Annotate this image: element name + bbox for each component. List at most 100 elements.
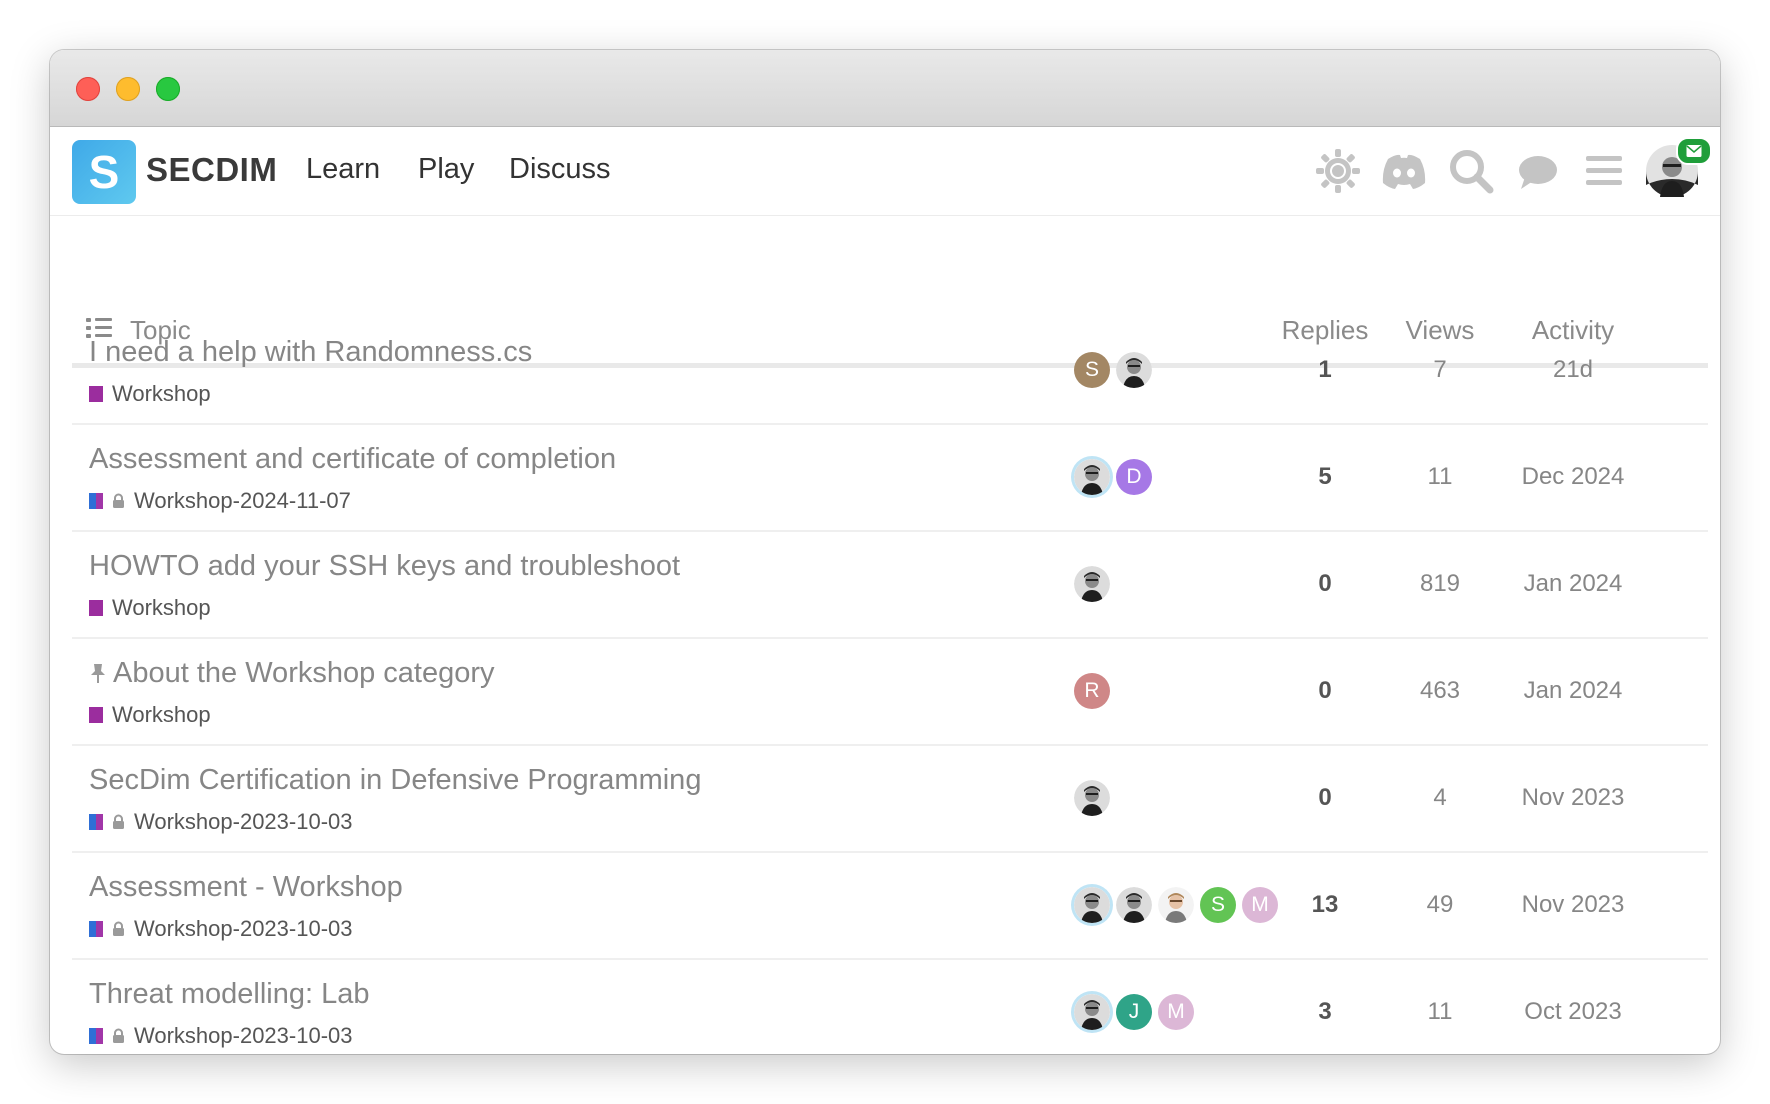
category-name: Workshop-2023-10-03 [134,1023,353,1048]
poster-avatar[interactable]: S [1200,887,1236,923]
view-count: 49 [1426,891,1454,918]
category-badge[interactable]: Workshop-2023-10-03 [89,1023,353,1049]
category-name: Workshop-2023-10-03 [134,916,353,941]
poster-avatar[interactable] [1074,566,1110,602]
category-badge[interactable]: Workshop-2023-10-03 [89,809,353,835]
topic-title[interactable]: Threat modelling: Lab [89,978,370,1011]
category-color-swatch [89,707,103,723]
reply-count: 0 [1318,677,1332,704]
topic-title[interactable]: Assessment - Workshop [89,871,403,904]
poster-avatar[interactable]: M [1158,994,1194,1030]
view-count: 4 [1433,784,1447,811]
category-name: Workshop-2023-10-03 [134,809,353,834]
category-name: Workshop [112,702,211,727]
poster-avatar[interactable]: S [1074,352,1110,388]
theme-toggle-icon[interactable] [1312,145,1364,197]
last-activity[interactable]: Nov 2023 [1498,784,1648,812]
view-count: 11 [1427,998,1453,1025]
site-header: S SECDIM Learn Play Discuss [50,127,1720,216]
topic-title-text: Assessment and certificate of completion [89,443,617,475]
topic-title-text: Threat modelling: Lab [89,978,370,1010]
last-activity[interactable]: Oct 2023 [1498,998,1648,1026]
lock-icon [113,493,124,508]
envelope-icon [1686,145,1702,157]
pinned-icon [91,664,105,683]
discord-icon[interactable] [1378,145,1430,197]
last-activity[interactable]: Dec 2024 [1498,463,1648,491]
close-window-button[interactable] [76,77,100,101]
reply-count: 0 [1318,570,1332,597]
category-badge[interactable]: Workshop-2024-11-07 [89,488,351,514]
lock-icon [113,1028,124,1043]
topic-row[interactable]: About the Workshop category Workshop R 0 463… [72,639,1708,746]
topic-title[interactable]: I need a help with Randomness.cs [89,336,532,369]
topic-title[interactable]: HOWTO add your SSH keys and troubleshoot [89,550,680,583]
topic-row[interactable]: Assessment - Workshop Workshop-2023-10-03… [72,853,1708,960]
poster-avatar[interactable] [1074,459,1110,495]
category-badge[interactable]: Workshop [89,595,211,621]
reply-count: 13 [1311,891,1339,918]
lock-icon [113,814,124,829]
last-activity[interactable]: Nov 2023 [1498,891,1648,919]
category-color-swatch [89,921,103,937]
browser-window: S SECDIM Learn Play Discuss Topic Replie… [50,50,1720,1054]
topic-row[interactable]: Assessment and certificate of completion… [72,425,1708,532]
category-color-swatch [89,386,103,402]
view-count: 7 [1433,356,1447,383]
nav-discuss[interactable]: Discuss [509,153,611,186]
topic-row[interactable]: HOWTO add your SSH keys and troubleshoot… [72,532,1708,639]
nav-play[interactable]: Play [418,153,474,186]
topic-row[interactable]: Threat modelling: Lab Workshop-2023-10-03… [72,960,1708,1054]
maximize-window-button[interactable] [156,77,180,101]
logo-letter: S [88,146,120,198]
poster-avatar[interactable] [1074,994,1110,1030]
topic-title[interactable]: About the Workshop category [89,657,495,690]
view-count: 463 [1419,677,1461,704]
title-bar [50,50,1720,127]
reply-count: 3 [1318,998,1332,1025]
last-activity[interactable]: Jan 2024 [1498,677,1648,705]
reply-count: 0 [1318,784,1332,811]
view-count: 819 [1419,570,1461,597]
poster-avatar[interactable] [1074,887,1110,923]
search-icon[interactable] [1445,145,1497,197]
topic-title-text: SecDim Certification in Defensive Progra… [89,764,702,796]
poster-avatar[interactable]: R [1074,673,1110,709]
nav-learn[interactable]: Learn [306,153,380,186]
poster-avatar[interactable] [1074,780,1110,816]
topic-row[interactable]: SecDim Certification in Defensive Progra… [72,746,1708,853]
category-name: Workshop-2024-11-07 [134,488,351,513]
poster-avatar[interactable]: D [1116,459,1152,495]
topic-title-text: Assessment - Workshop [89,871,403,903]
category-name: Workshop [112,595,211,620]
poster-avatar[interactable] [1116,887,1152,923]
poster-avatar[interactable]: M [1242,887,1278,923]
category-color-swatch [89,1028,103,1044]
category-color-swatch [89,600,103,616]
last-activity[interactable]: Jan 2024 [1498,570,1648,598]
topic-row[interactable]: I need a help with Randomness.cs Workshop… [72,318,1708,425]
last-activity[interactable]: 21d [1498,356,1648,384]
chat-icon[interactable] [1511,145,1563,197]
reply-count: 1 [1318,356,1332,383]
reply-count: 5 [1318,463,1332,490]
category-badge[interactable]: Workshop [89,702,211,728]
logo-wordmark[interactable]: SECDIM [146,151,277,189]
minimize-window-button[interactable] [116,77,140,101]
topic-title-text: I need a help with Randomness.cs [89,336,533,368]
category-color-swatch [89,493,103,509]
poster-avatar[interactable] [1116,352,1152,388]
secdim-logo[interactable]: S [72,140,136,204]
topic-title-text: About the Workshop category [113,657,495,689]
poster-avatar[interactable]: J [1116,994,1152,1030]
category-badge[interactable]: Workshop-2023-10-03 [89,916,353,942]
topic-title[interactable]: SecDim Certification in Defensive Progra… [89,764,701,797]
unread-message-badge[interactable] [1676,137,1712,165]
menu-icon[interactable] [1578,145,1630,197]
lock-icon [113,921,124,936]
category-name: Workshop [112,381,211,406]
category-badge[interactable]: Workshop [89,381,211,407]
topic-title[interactable]: Assessment and certificate of completion [89,443,616,476]
poster-avatar[interactable] [1158,887,1194,923]
view-count: 11 [1427,463,1453,490]
